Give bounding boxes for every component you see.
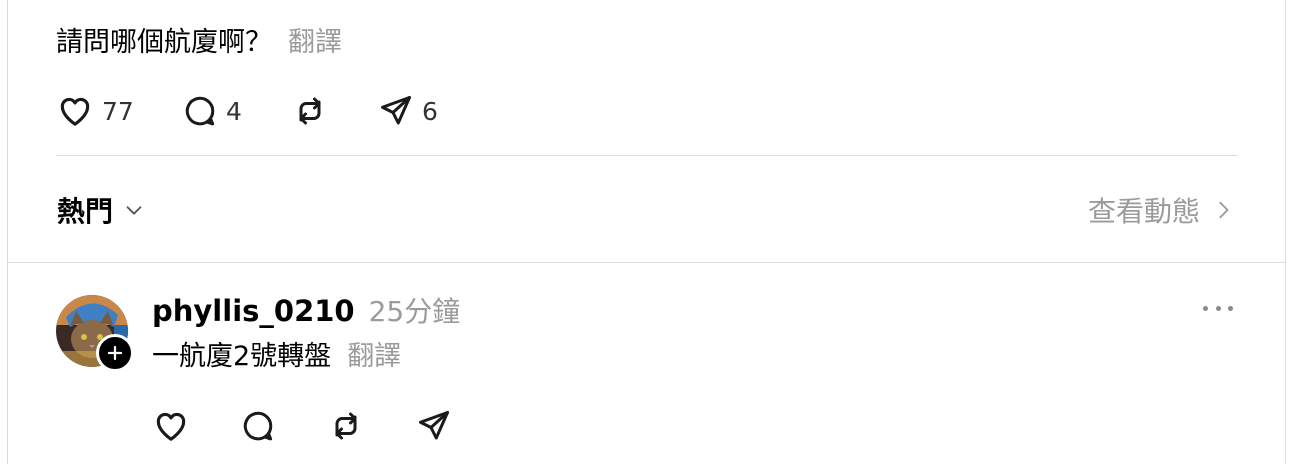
timestamp: 25分鐘 bbox=[368, 295, 461, 328]
reply-like-button[interactable] bbox=[152, 407, 240, 445]
post-body: 請問哪個航廈啊？ 翻譯 bbox=[56, 24, 342, 62]
reply-text: 一航廈2號轉盤 bbox=[152, 341, 332, 372]
right-border bbox=[1285, 0, 1286, 464]
post-actions: 77 4 6 bbox=[56, 92, 438, 130]
sort-dropdown[interactable]: 熱門 bbox=[57, 190, 145, 230]
comment-button[interactable]: 4 bbox=[182, 93, 292, 129]
reply-translate-link[interactable]: 翻譯 bbox=[347, 341, 401, 372]
divider bbox=[56, 155, 1238, 156]
reply-actions bbox=[152, 407, 452, 445]
section-divider bbox=[7, 262, 1285, 263]
post-text: 請問哪個航廈啊？ bbox=[56, 27, 272, 58]
send-icon bbox=[381, 96, 411, 125]
repost-icon bbox=[335, 412, 357, 440]
chevron-right-icon bbox=[1219, 201, 1229, 219]
more-icon[interactable] bbox=[1203, 300, 1233, 316]
reply-comment-button[interactable] bbox=[240, 408, 328, 444]
chevron-down-icon bbox=[126, 206, 142, 215]
sort-label: 熱門 bbox=[57, 195, 114, 228]
reply-repost-button[interactable] bbox=[328, 408, 416, 444]
comment-count: 4 bbox=[226, 96, 242, 126]
comment-icon bbox=[243, 411, 273, 441]
view-activity-link[interactable]: 查看動態 bbox=[1088, 190, 1234, 230]
like-count: 77 bbox=[102, 96, 134, 126]
reply-header: phyllis_0210 25分鐘 bbox=[152, 290, 460, 330]
heart-icon bbox=[156, 412, 186, 441]
repost-icon bbox=[299, 97, 321, 125]
send-icon bbox=[419, 411, 449, 440]
left-border bbox=[7, 0, 8, 464]
translate-link[interactable]: 翻譯 bbox=[288, 27, 342, 58]
username[interactable]: phyllis_0210 bbox=[152, 294, 355, 328]
heart-icon bbox=[60, 97, 90, 126]
reply-body: 一航廈2號轉盤 翻譯 bbox=[152, 338, 401, 376]
reply-share-button[interactable] bbox=[416, 408, 452, 444]
share-button[interactable]: 6 bbox=[378, 93, 438, 129]
comment-icon bbox=[185, 96, 215, 126]
repost-button[interactable] bbox=[292, 93, 378, 129]
like-button[interactable]: 77 bbox=[56, 92, 182, 130]
plus-icon bbox=[107, 345, 123, 361]
follow-button[interactable] bbox=[96, 334, 134, 372]
activity-label: 查看動態 bbox=[1087, 195, 1200, 228]
share-count: 6 bbox=[422, 96, 438, 126]
